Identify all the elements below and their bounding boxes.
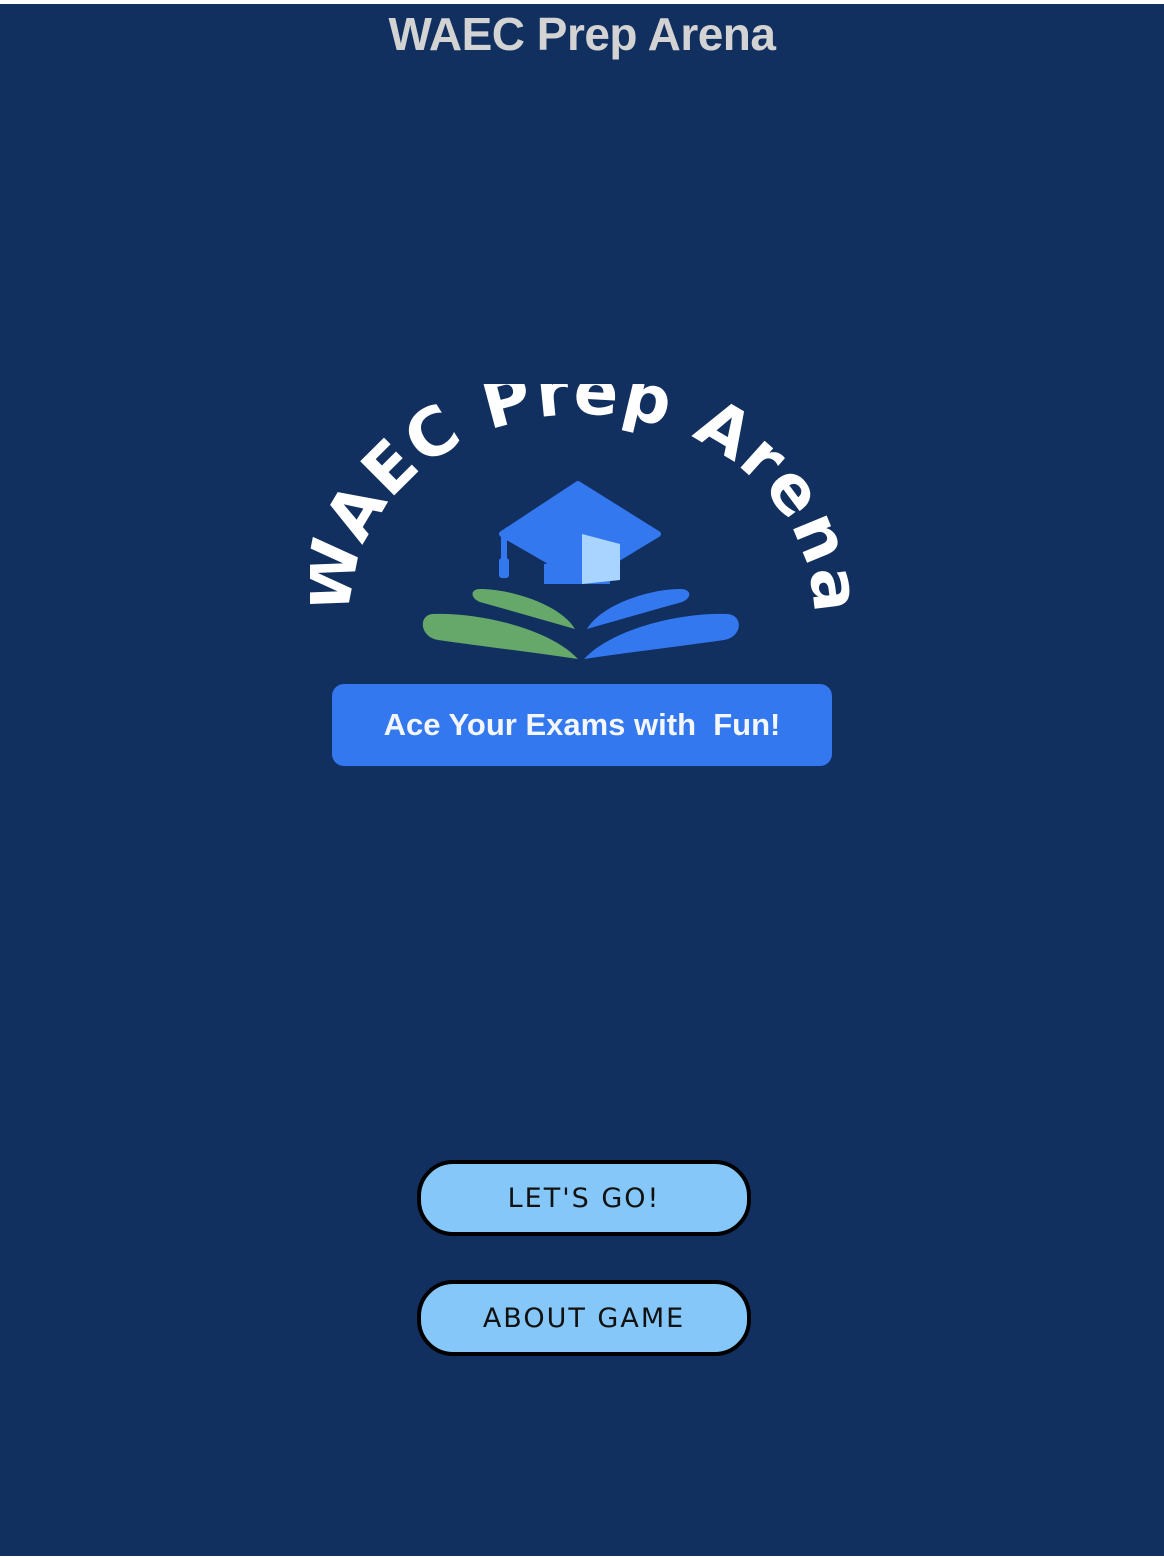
app-title: WAEC Prep Arena	[388, 8, 776, 60]
tagline-text: Ace Your Exams with Fun!	[383, 707, 781, 742]
lets-go-button[interactable]: LET'S GO!	[417, 1160, 751, 1236]
tagline-banner: Ace Your Exams with Fun!	[332, 684, 832, 766]
graduation-cap-icon	[499, 481, 661, 584]
start-screen: WAEC Prep Arena WAEC Prep Arena	[0, 4, 1164, 1556]
open-book-icon	[422, 589, 739, 659]
about-game-button[interactable]: ABOUT GAME	[417, 1280, 751, 1356]
app-logo: WAEC Prep Arena	[310, 384, 850, 784]
logo-graphic: WAEC Prep Arena	[310, 384, 850, 659]
